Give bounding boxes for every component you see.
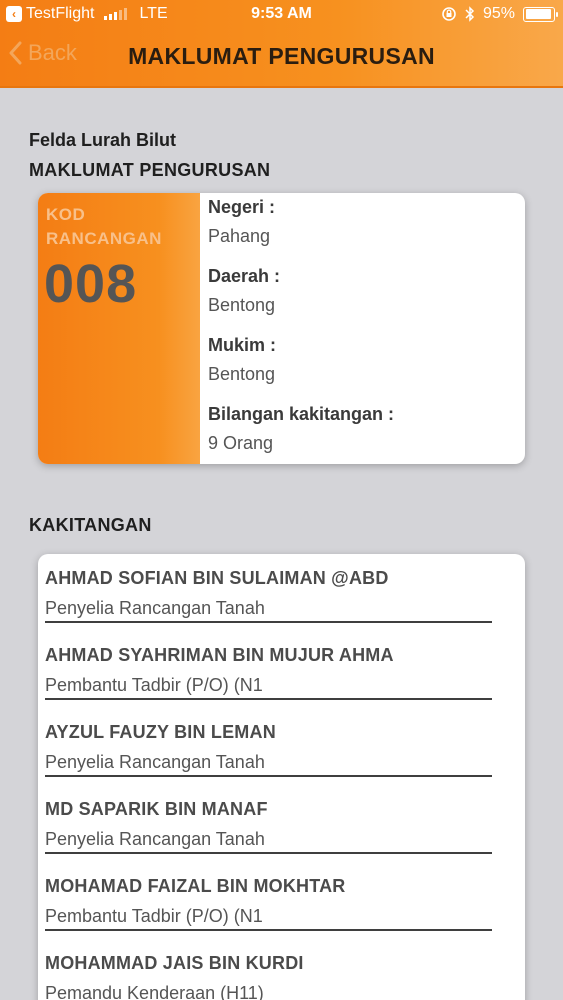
staff-name: AYZUL FAUZY BIN LEMAN — [45, 722, 276, 742]
staff-section-title: KAKITANGAN — [29, 515, 152, 535]
mukim-label: Mukim : — [208, 335, 277, 355]
management-card: KOD RANCANGAN 008 Negeri : Pahang Daerah… — [38, 193, 525, 464]
status-bar: ‹ TestFlight LTE 9:53 AM 95% — [0, 0, 563, 30]
header: ‹ TestFlight LTE 9:53 AM 95% Back MAKLUM… — [0, 0, 563, 88]
list-item[interactable]: MD SAPARIK BIN MANAF Penyelia Rancangan … — [45, 785, 492, 862]
kod-label-line-2: RANCANGAN — [46, 229, 162, 248]
negeri-label: Negeri : — [208, 197, 276, 217]
battery-percent: 95% — [482, 5, 515, 22]
bluetooth-icon — [465, 6, 475, 22]
divider — [45, 698, 492, 700]
staff-name: AHMAD SYAHRIMAN BIN MUJUR AHMA — [45, 645, 394, 665]
kod-rancangan-label: KOD RANCANGAN — [46, 203, 196, 251]
staff-role: Pembantu Tadbir (P/O) (N1 — [45, 675, 263, 695]
kod-rancangan-panel: KOD RANCANGAN 008 — [38, 193, 200, 464]
status-right: 95% — [441, 5, 558, 23]
staff-role: Pemandu Kenderaan (H11) — [45, 983, 264, 1000]
list-item[interactable]: AHMAD SOFIAN BIN SULAIMAN @ABD Penyelia … — [45, 554, 492, 631]
negeri-value: Pahang — [208, 226, 271, 246]
divider — [45, 929, 492, 931]
list-item[interactable]: AHMAD SYAHRIMAN BIN MUJUR AHMA Pembantu … — [45, 631, 492, 708]
lock-rotation-icon — [442, 7, 456, 21]
staff-name: MOHAMMAD JAIS BIN KURDI — [45, 953, 304, 973]
felda-name: Felda Lurah Bilut — [29, 130, 177, 150]
staff-name: MD SAPARIK BIN MANAF — [45, 799, 268, 819]
divider — [45, 621, 492, 623]
mukim-value: Bentong — [208, 364, 276, 384]
staff-role: Pembantu Tadbir (P/O) (N1 — [45, 906, 263, 926]
divider — [45, 775, 492, 777]
staff-role: Penyelia Rancangan Tanah — [45, 829, 265, 849]
divider — [45, 852, 492, 854]
list-item[interactable]: MOHAMMAD JAIS BIN KURDI Pemandu Kenderaa… — [45, 939, 492, 1000]
staff-name: AHMAD SOFIAN BIN SULAIMAN @ABD — [45, 568, 389, 588]
daerah-label: Daerah : — [208, 266, 281, 286]
list-item[interactable]: AYZUL FAUZY BIN LEMAN Penyelia Rancangan… — [45, 708, 492, 785]
staff-name: MOHAMAD FAIZAL BIN MOKHTAR — [45, 876, 346, 896]
bilangan-kakitangan-label: Bilangan kakitangan : — [208, 404, 395, 424]
battery-icon — [523, 6, 558, 22]
bilangan-kakitangan-value: 9 Orang — [208, 433, 274, 453]
nav-bar: Back MAKLUMAT PENGURUSAN — [0, 30, 563, 86]
staff-role: Penyelia Rancangan Tanah — [45, 752, 265, 772]
kod-rancangan-value: 008 — [44, 254, 138, 314]
management-section-title: MAKLUMAT PENGURUSAN — [29, 160, 271, 180]
battery-fill — [525, 9, 552, 19]
list-item[interactable]: MOHAMAD FAIZAL BIN MOKHTAR Pembantu Tadb… — [45, 862, 492, 939]
staff-role: Penyelia Rancangan Tanah — [45, 598, 265, 618]
staff-list: AHMAD SOFIAN BIN SULAIMAN @ABD Penyelia … — [38, 554, 525, 1000]
kod-label-line-1: KOD — [46, 205, 86, 224]
daerah-value: Bentong — [208, 295, 276, 315]
page-title: MAKLUMAT PENGURUSAN — [128, 43, 435, 69]
